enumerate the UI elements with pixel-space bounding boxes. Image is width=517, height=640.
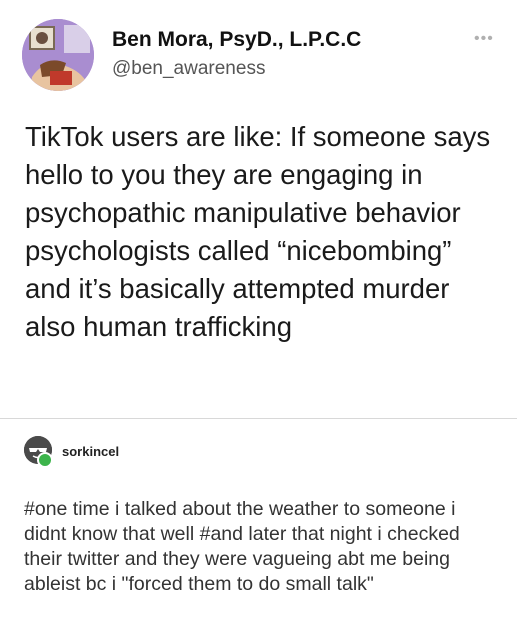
user-handle[interactable]: @ben_awareness <box>112 58 265 80</box>
post-username[interactable]: sorkincel <box>62 444 119 459</box>
post-text: #one time i talked about the weather to … <box>24 498 460 595</box>
profile-avatar[interactable] <box>22 19 94 91</box>
tumblr-post: sorkincel #one time i talked about the w… <box>0 419 517 640</box>
tweet-text: TikTok users are like: If someone says h… <box>25 121 491 342</box>
avatar-illustration <box>22 19 94 91</box>
more-dots-icon[interactable]: ••• <box>474 30 494 48</box>
display-name[interactable]: Ben Mora, PsyD., L.P.C.C <box>112 28 361 52</box>
tweet-card: Ben Mora, PsyD., L.P.C.C @ben_awareness … <box>0 0 517 418</box>
online-badge-icon <box>37 452 53 468</box>
